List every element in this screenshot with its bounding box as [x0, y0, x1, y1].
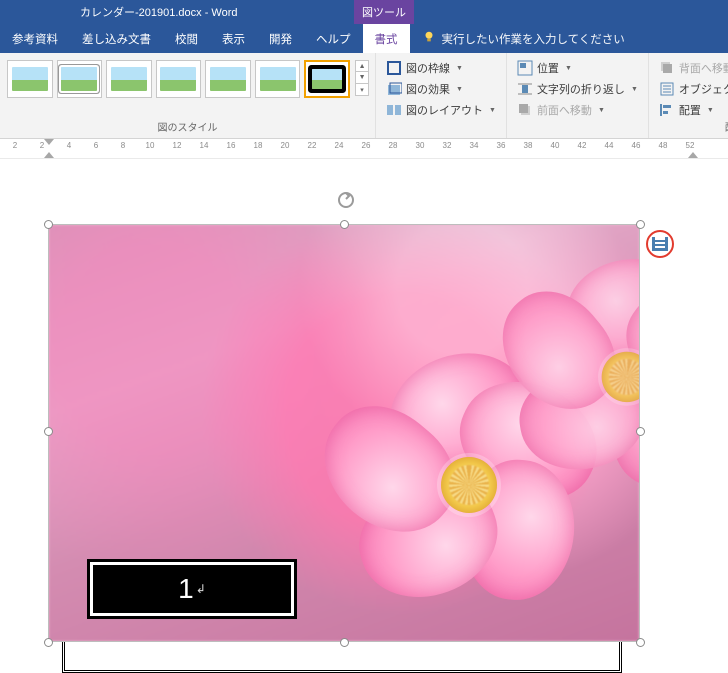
- cmd-picture-border[interactable]: 図の枠線▼: [382, 59, 500, 77]
- group-arrange-right: 背面へ移動▼ オブジェクトの選択と表示 配置▼ 配置: [649, 53, 728, 138]
- position-icon: [517, 60, 533, 76]
- picture-effects-icon: [386, 81, 402, 97]
- ruler-tick: 28: [386, 141, 400, 150]
- cmd-position[interactable]: 位置▼: [513, 59, 642, 77]
- picture-style-3[interactable]: [106, 60, 152, 98]
- group-label-arrange: 配置: [655, 119, 728, 136]
- tab-references[interactable]: 参考資料: [0, 24, 70, 53]
- tellme-search[interactable]: 実行したい作業を入力してください: [442, 31, 728, 47]
- ruler-tick: 26: [359, 141, 373, 150]
- resize-handle-bottom-center[interactable]: [340, 638, 349, 647]
- picture-border-icon: [386, 60, 402, 76]
- resize-handle-bottom-right[interactable]: [636, 638, 645, 647]
- picture-style-5[interactable]: [205, 60, 251, 98]
- picture-style-4[interactable]: [156, 60, 202, 98]
- group-picture-format: 図の枠線▼ 図の効果▼ 図のレイアウト▼: [376, 53, 507, 138]
- resize-handle-top-right[interactable]: [636, 220, 645, 229]
- wrap-text-icon: [517, 81, 533, 97]
- month-number: 1: [178, 573, 194, 605]
- ruler-tick: 8: [116, 141, 130, 150]
- ruler-tick: 44: [602, 141, 616, 150]
- cmd-picture-effects[interactable]: 図の効果▼: [382, 80, 500, 98]
- hanging-indent-marker[interactable]: [44, 152, 54, 158]
- month-label-box[interactable]: 1 ↲: [87, 559, 297, 619]
- ruler-tick: 36: [494, 141, 508, 150]
- ruler-tick: 16: [224, 141, 238, 150]
- contextual-tab-picture-tools[interactable]: 図ツール: [354, 0, 414, 24]
- ribbon: ▲ ▼ ▾ 図のスタイル 図の枠線▼ 図の効果▼ 図のレイアウト▼: [0, 53, 728, 139]
- title-bar: カレンダー-201901.docx - Word 図ツール: [0, 0, 728, 24]
- tab-developer[interactable]: 開発: [257, 24, 304, 53]
- cmd-picture-layout[interactable]: 図のレイアウト▼: [382, 101, 500, 119]
- rotate-handle-icon[interactable]: [337, 191, 355, 209]
- cmd-bring-forward[interactable]: 前面へ移動▼: [513, 101, 642, 119]
- ruler-tick: 4: [62, 141, 76, 150]
- picture-layout-icon: [386, 102, 402, 118]
- ruler-tick: 52: [683, 141, 697, 150]
- picture-style-1[interactable]: [7, 60, 53, 98]
- group-label-styles: 図のスタイル: [6, 119, 369, 136]
- cmd-align[interactable]: 配置▼: [655, 101, 728, 119]
- cmd-send-backward[interactable]: 背面へ移動▼: [655, 59, 728, 77]
- ruler-tick: 18: [251, 141, 265, 150]
- picture-style-2[interactable]: [57, 60, 103, 98]
- styles-row-down[interactable]: ▼: [355, 72, 369, 84]
- group-picture-styles: ▲ ▼ ▾ 図のスタイル: [0, 53, 376, 138]
- ruler-tick: 2: [8, 141, 22, 150]
- layout-options-button[interactable]: [646, 230, 674, 258]
- group-arrange-left: 位置▼ 文字列の折り返し▼ 前面へ移動▼: [507, 53, 649, 138]
- resize-handle-mid-right[interactable]: [636, 427, 645, 436]
- inserted-picture[interactable]: 1 ↲: [48, 224, 640, 642]
- send-backward-icon: [659, 60, 675, 76]
- selection-pane-icon: [659, 81, 675, 97]
- ruler-tick: 24: [332, 141, 346, 150]
- picture-style-6[interactable]: [255, 60, 301, 98]
- ruler-tick: 46: [629, 141, 643, 150]
- ruler-tick: 38: [521, 141, 535, 150]
- ruler-tick: 14: [197, 141, 211, 150]
- paragraph-mark-icon: ↲: [196, 582, 206, 596]
- ruler-tick: 48: [656, 141, 670, 150]
- picture-style-7-selected[interactable]: [304, 60, 350, 98]
- tab-mailings[interactable]: 差し込み文書: [70, 24, 163, 53]
- ruler-tick: 12: [170, 141, 184, 150]
- layout-options-icon: [652, 237, 668, 251]
- tab-review[interactable]: 校閲: [163, 24, 210, 53]
- flower-illustration-2: [517, 261, 640, 400]
- resize-handle-bottom-left[interactable]: [44, 638, 53, 647]
- ruler-tick: 40: [548, 141, 562, 150]
- ruler-tick: 22: [305, 141, 319, 150]
- horizontal-ruler[interactable]: 2246810121416182022242628303234363840424…: [0, 139, 728, 159]
- ribbon-tabs: 参考資料 差し込み文書 校閲 表示 開発 ヘルプ 書式 実行したい作業を入力して…: [0, 24, 728, 53]
- cmd-text-wrap[interactable]: 文字列の折り返し▼: [513, 80, 642, 98]
- styles-more[interactable]: ▾: [355, 84, 369, 96]
- ruler-tick: 34: [467, 141, 481, 150]
- ruler-tick: 32: [440, 141, 454, 150]
- document-title: カレンダー-201901.docx - Word: [80, 4, 238, 20]
- right-indent-marker[interactable]: [688, 152, 698, 158]
- cmd-selection-pane[interactable]: オブジェクトの選択と表示: [655, 80, 728, 98]
- align-icon: [659, 102, 675, 118]
- tab-format[interactable]: 書式: [363, 24, 410, 53]
- resize-handle-top-left[interactable]: [44, 220, 53, 229]
- tellme-bulb-icon: [410, 30, 442, 47]
- ruler-tick: 2: [35, 141, 49, 150]
- ruler-tick: 20: [278, 141, 292, 150]
- bring-forward-icon: [517, 102, 533, 118]
- ruler-tick: 6: [89, 141, 103, 150]
- ruler-tick: 42: [575, 141, 589, 150]
- ruler-tick: 30: [413, 141, 427, 150]
- resize-handle-top-center[interactable]: [340, 220, 349, 229]
- tab-view[interactable]: 表示: [210, 24, 257, 53]
- ruler-tick: 10: [143, 141, 157, 150]
- tab-help[interactable]: ヘルプ: [304, 24, 363, 53]
- styles-row-up[interactable]: ▲: [355, 60, 369, 72]
- resize-handle-mid-left[interactable]: [44, 427, 53, 436]
- document-canvas[interactable]: 1 ↲: [0, 159, 728, 655]
